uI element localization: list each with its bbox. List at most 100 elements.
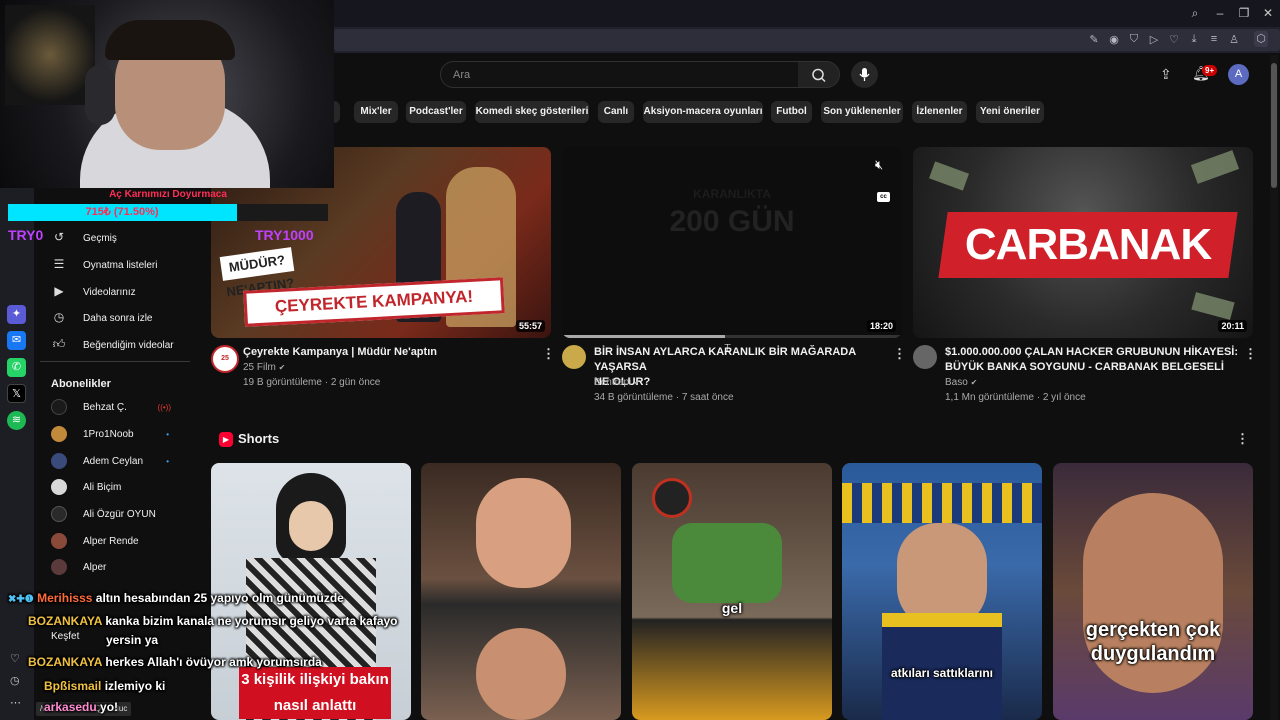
sidebar-item-watch-later[interactable]: ◷ Daha sonra izle: [51, 305, 153, 329]
subscription-item[interactable]: Behzat Ç. ((•)): [51, 396, 171, 420]
messenger-icon[interactable]: ✉: [7, 331, 26, 350]
chip-podcasts[interactable]: Podcast'ler: [406, 101, 466, 123]
channel-name: Behzat Ç.: [83, 402, 127, 413]
whatsapp-icon[interactable]: ✆: [7, 358, 26, 377]
search-icon[interactable]: ⌕: [1187, 6, 1203, 21]
chat-text: izlemiyo ki: [104, 679, 166, 693]
channel-avatar: [51, 559, 67, 576]
sidebar-item-label: Geçmiş: [83, 233, 117, 244]
captions-icon[interactable]: cc: [877, 192, 890, 202]
chat-message: ✖✚❶ Merihisss altın hesabından 25 yapıyo…: [8, 591, 344, 605]
chat-username: BOZANKAYA: [28, 655, 103, 669]
history-icon: ↺: [53, 230, 65, 244]
restore-icon[interactable]: ❐: [1236, 6, 1252, 20]
chip-mixes[interactable]: Mix'ler: [354, 101, 398, 123]
chip-live[interactable]: Canlı: [598, 101, 634, 123]
subscription-item[interactable]: Alper: [51, 556, 106, 580]
x-icon[interactable]: 𝕏: [7, 384, 26, 403]
channel-name: Ali Biçim: [83, 482, 122, 493]
thumbnail-face: [289, 501, 333, 551]
video-meta: 34 B görüntüleme · 7 saat önce: [594, 392, 734, 403]
banknote-icon: [929, 161, 969, 191]
short-thumbnail[interactable]: [421, 463, 621, 720]
channel-name: 1Pro1Noob: [83, 429, 134, 440]
channel-avatar[interactable]: 25: [211, 345, 239, 373]
video-title[interactable]: $1.000.000.000 ÇALAN HACKER GRUBUNUN HİK…: [945, 345, 1240, 375]
sidebar-item-liked[interactable]: 👍︎ Beğendiğim videolar: [51, 332, 174, 356]
more-options-icon[interactable]: ⋮: [1244, 346, 1257, 362]
more-options-icon[interactable]: ⋮: [542, 346, 555, 362]
play-icon[interactable]: ▷: [1147, 33, 1161, 46]
profile-icon[interactable]: ♙: [1227, 33, 1241, 46]
short-thumbnail[interactable]: gel: [632, 463, 832, 720]
shorts-heading: Shorts: [238, 431, 280, 446]
page-scrollbar[interactable]: [1270, 55, 1278, 720]
video-thumbnail[interactable]: CARBANAK 20:11: [913, 147, 1253, 338]
thumbnail-figure: [672, 523, 782, 603]
headphones: [85, 65, 115, 125]
video-title[interactable]: Çeyrekte Kampanya | Müdür Ne'aptın: [243, 345, 533, 360]
extension-icon[interactable]: ⬡: [1254, 31, 1268, 47]
shield-icon[interactable]: ⛉: [1127, 33, 1141, 46]
edit-icon[interactable]: ✎: [1087, 33, 1101, 46]
subscription-item[interactable]: Alper Rende: [51, 530, 139, 554]
spotify-icon[interactable]: ≋: [7, 411, 26, 430]
video-duration: 18:20: [866, 320, 896, 332]
chat-text: yersin ya: [106, 633, 159, 647]
video-thumbnail[interactable]: 200 GÜN KARANLIKTA 🔇︎ cc 18:20: [562, 147, 902, 338]
channel-avatar: [51, 399, 67, 416]
channel-avatar: [51, 533, 67, 550]
channel-name: Ali Özgür OYUN: [83, 509, 156, 520]
video-duration: 20:11: [1218, 320, 1247, 332]
chat-message: BOZANKAYA kanka bizim kanala ne yorumsır…: [28, 614, 398, 628]
search-button[interactable]: [798, 61, 840, 88]
more-options-icon[interactable]: ⋮: [893, 346, 906, 362]
chip-recently-uploaded[interactable]: Son yüklenenler: [821, 101, 903, 123]
chip-watched[interactable]: İzlenenler: [912, 101, 967, 123]
mouse-cursor-icon: ⌶: [724, 341, 732, 355]
subscription-item[interactable]: 1Pro1Noob •: [51, 423, 169, 447]
mute-icon[interactable]: 🔇︎: [875, 157, 883, 173]
minimize-icon[interactable]: –: [1212, 6, 1228, 20]
shorts-more-icon[interactable]: ⋮: [1236, 431, 1249, 447]
channel-avatar: [51, 453, 67, 470]
account-avatar[interactable]: A: [1228, 64, 1249, 85]
menu-icon[interactable]: ≡: [1207, 33, 1221, 45]
heart-icon[interactable]: ♡: [10, 652, 20, 665]
heart-icon[interactable]: ♡: [1167, 33, 1181, 46]
channel-avatar[interactable]: [913, 345, 937, 369]
subscription-item[interactable]: Ali Biçim: [51, 476, 121, 500]
subscription-item[interactable]: Adem Ceylan •: [51, 450, 169, 474]
chip-new-to-you[interactable]: Yeni öneriler: [976, 101, 1044, 123]
download-icon[interactable]: ⤓: [1187, 33, 1201, 46]
channel-name[interactable]: 25 Film ✔: [243, 360, 285, 375]
clock-icon[interactable]: ◷: [10, 674, 20, 687]
sidebar-item-your-videos[interactable]: ▶ Videolarınız: [51, 279, 135, 303]
more-icon[interactable]: ⋯: [10, 696, 21, 709]
sidebar-item-history[interactable]: ↺ Geçmiş: [51, 225, 117, 249]
sidebar-item-playlists[interactable]: ☰ Oynatma listeleri: [51, 252, 158, 276]
close-icon[interactable]: ✕: [1260, 6, 1276, 20]
chat-message: BOZANKAYA herkes Allah'ı övüyor amk yoru…: [28, 655, 322, 669]
camera-icon[interactable]: ◉: [1107, 33, 1121, 46]
thumbnail-subtitle: MÜDÜR? NE'APTIN?: [219, 247, 295, 299]
chip-action-adventure[interactable]: Aksiyon-macera oyunları: [643, 101, 763, 123]
chat-username: Bpßismail: [44, 679, 102, 693]
channel-name: Alper Rende: [83, 536, 139, 547]
voice-search-button[interactable]: [851, 61, 878, 88]
channel-avatar[interactable]: [562, 345, 586, 369]
subscription-item[interactable]: Ali Özgür OYUN: [51, 503, 156, 527]
channel-name[interactable]: Baso ✔: [945, 375, 977, 390]
channel-name[interactable]: Bentropi ✔: [594, 375, 641, 390]
chip-comedy[interactable]: Komedi skeç gösterileri: [475, 101, 589, 123]
new-content-dot: •: [166, 457, 169, 466]
channel-name: Adem Ceylan: [83, 456, 144, 467]
short-thumbnail[interactable]: gerçekten çok duygulandım: [1053, 463, 1253, 720]
live-indicator-icon: ((•)): [157, 403, 171, 412]
short-thumbnail[interactable]: atkıları sattıklarını: [842, 463, 1042, 720]
preview-progress-bar[interactable]: [562, 335, 902, 338]
chip-football[interactable]: Futbol: [771, 101, 812, 123]
app-icon[interactable]: ✦: [7, 305, 26, 324]
upload-icon[interactable]: ⇪: [1160, 66, 1172, 83]
search-input[interactable]: Ara: [440, 61, 799, 88]
